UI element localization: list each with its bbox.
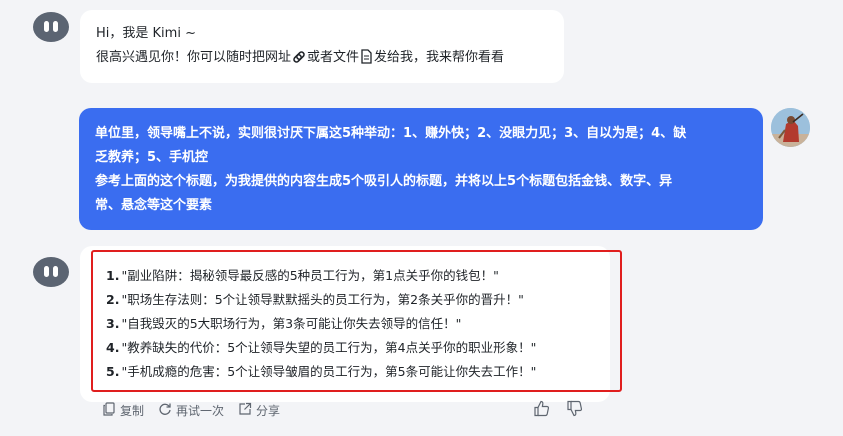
thumbs-up-button[interactable] [533,400,550,421]
user-message-line-2: 乏教养；5、手机控 [95,150,209,165]
chat-page: Hi，我是 Kimi ~ 很高兴遇见你！你可以随时把网址 或者文件 发给我，我来帮你… [0,0,843,436]
retry-label: 再试一次 [176,403,225,418]
link-icon [292,49,306,73]
user-message-line-1: 单位里，领导嘴上不说，实则很讨厌下属这5种举动：1、赚外快；2、没眼力见；3、自… [95,126,687,141]
greeting-bubble: Hi，我是 Kimi ~ 很高兴遇见你！你可以随时把网址 或者文件 发给我，我来帮你… [80,10,564,83]
thumbs-down-button[interactable] [566,400,583,421]
greeting-line-2: 很高兴遇见你！你可以随时把网址 或者文件 发给我，我来帮你看看 [96,46,548,73]
user-message-line-4: 常、悬念等这个要素 [95,198,213,213]
copy-button[interactable]: 复制 [102,401,145,419]
user-message-line-3: 参考上面的这个标题，为我提供的内容生成5个吸引人的标题，并将以上5个标题包括金钱… [95,174,673,189]
copy-label: 复制 [120,403,145,418]
share-label: 分享 [256,403,281,418]
refresh-icon [158,402,176,419]
kimi-avatar-answer [33,257,69,287]
share-icon [238,402,256,419]
highlight-box [91,250,622,392]
thumbs-down-icon [566,400,583,421]
retry-button[interactable]: 再试一次 [158,402,224,419]
file-icon [360,49,373,73]
user-avatar[interactable] [771,108,810,147]
copy-icon [102,401,120,419]
kimi-avatar [33,12,69,42]
message-actions: 复制 再试一次 分享 [102,400,294,420]
share-button[interactable]: 分享 [238,402,280,419]
thumbs-up-icon [533,400,550,421]
greeting-line-1: Hi，我是 Kimi ~ [96,26,196,41]
user-message-bubble: 单位里，领导嘴上不说，实则很讨厌下属这5种举动：1、赚外快；2、没眼力见；3、自… [79,108,763,230]
